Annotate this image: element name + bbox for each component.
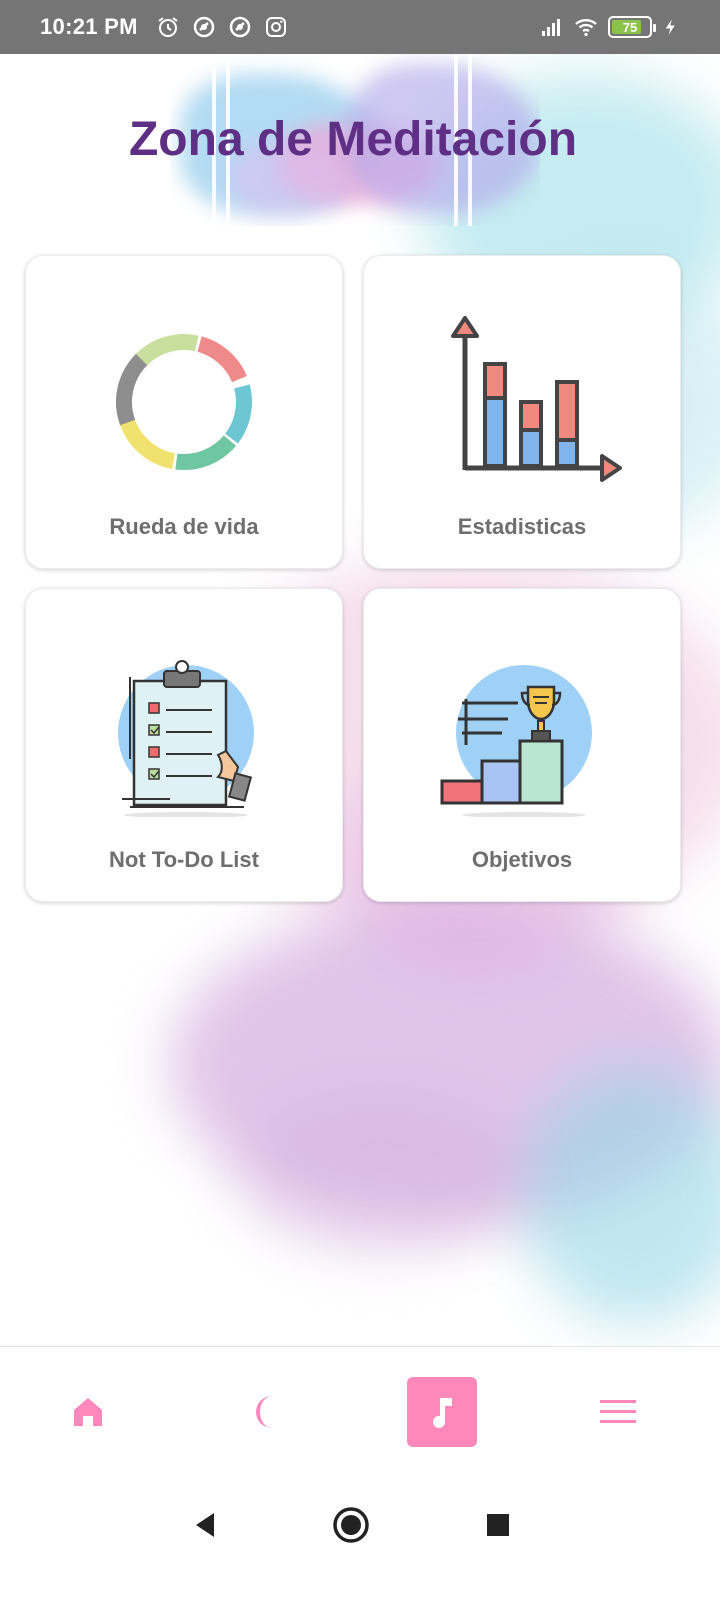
card-life-wheel[interactable]: Rueda de vida [25, 255, 343, 569]
wifi-icon [575, 19, 597, 37]
system-navigation-bar [0, 1476, 720, 1600]
system-recents-button[interactable] [475, 1502, 521, 1548]
system-home-button[interactable] [328, 1502, 374, 1548]
music-note-icon [433, 1398, 452, 1428]
nav-sleep[interactable] [229, 1377, 299, 1447]
app-notification-icon [229, 16, 251, 38]
trophy-podium-icon [440, 665, 592, 817]
bottom-navigation [0, 1346, 720, 1476]
status-bar: 10:21 PM 75 [0, 0, 720, 54]
battery-icon: 75 [608, 16, 656, 38]
home-circle-icon [333, 1507, 369, 1543]
app-notification-icon [193, 16, 215, 38]
checklist-clipboard-icon [118, 660, 254, 817]
menu-icon [600, 1400, 636, 1423]
charging-icon [665, 19, 675, 35]
card-label: Objetivos [471, 847, 573, 872]
card-statistics[interactable]: Estadisticas [363, 255, 681, 569]
signal-icon [542, 19, 560, 36]
bar-chart-icon [451, 316, 622, 482]
battery-level: 75 [622, 19, 638, 35]
life-wheel-icon [115, 333, 252, 470]
app-screen: Zona de Meditación 10:21 PM 75 Rueda de … [0, 0, 720, 1600]
page-title: Zona de Meditación [128, 113, 578, 166]
system-back-button[interactable] [182, 1502, 228, 1548]
recents-square-icon [487, 1514, 509, 1536]
card-label: Rueda de vida [109, 514, 259, 539]
card-label: Not To-Do List [109, 847, 259, 872]
nav-menu[interactable] [583, 1377, 653, 1447]
moon-icon [256, 1396, 272, 1428]
instagram-icon [265, 17, 286, 37]
card-label: Estadisticas [457, 514, 587, 539]
home-icon [74, 1398, 102, 1426]
card-not-todo-list[interactable]: Not To-Do List [25, 588, 343, 902]
nav-music[interactable] [407, 1377, 477, 1447]
back-triangle-icon [196, 1513, 214, 1537]
card-goals[interactable]: Objetivos [363, 588, 681, 902]
alarm-icon [158, 17, 178, 37]
status-time: 10:21 PM [40, 14, 138, 39]
nav-home[interactable] [53, 1377, 123, 1447]
